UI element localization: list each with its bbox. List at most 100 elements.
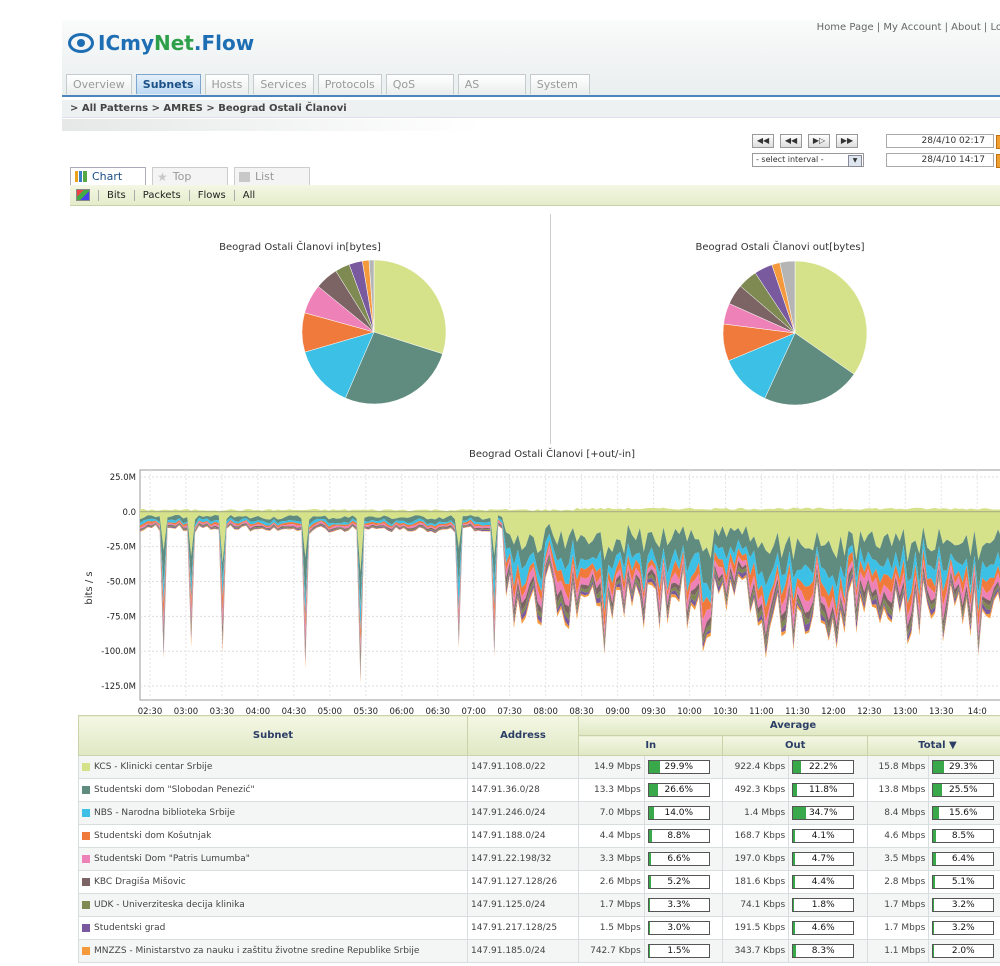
logo-icon bbox=[68, 33, 94, 53]
timeseries-chart: Beograd Ostali Članovi [+out/-in] bits /… bbox=[84, 447, 1000, 717]
y-axis-label: bits / s bbox=[84, 571, 95, 604]
address-cell: 147.91.22.198/32 bbox=[467, 847, 579, 871]
previous-period-button[interactable]: ◀◀ bbox=[780, 134, 802, 148]
calendar-icon[interactable] bbox=[996, 154, 1000, 168]
tab-system[interactable]: System bbox=[529, 74, 590, 94]
series-color-swatch bbox=[82, 900, 90, 909]
subnet-cell[interactable]: KBC Dragiša Mišovic bbox=[78, 870, 468, 894]
tab-overview[interactable]: Overview bbox=[66, 74, 132, 94]
out-percent-cell: 1.8% bbox=[788, 893, 868, 917]
app-logo[interactable]: ICmy Net .Flow bbox=[68, 30, 254, 56]
subnet-cell[interactable]: KCS - Klinicki centar Srbije bbox=[78, 755, 468, 779]
table-row[interactable]: Studentski dom Košutnjak 147.91.188.0/24 4… bbox=[78, 824, 1000, 848]
tab-services[interactable]: Services bbox=[253, 74, 314, 94]
percent-bar: 8.5% bbox=[932, 829, 995, 843]
first-period-button[interactable]: ◀◀ bbox=[752, 134, 774, 148]
percent-value: 34.7% bbox=[808, 808, 838, 818]
in-rate: 2.6 Mbps bbox=[578, 870, 645, 894]
percent-value: 1.8% bbox=[811, 900, 835, 910]
tab-subnets[interactable]: Subnets bbox=[135, 74, 201, 94]
chart-settings-icon[interactable] bbox=[76, 189, 90, 201]
home-page-link[interactable]: Home Page bbox=[817, 22, 874, 33]
table-row[interactable]: Studentski grad 147.91.217.128/25 1.5 Mbps… bbox=[78, 916, 1000, 940]
percent-value: 22.2% bbox=[808, 762, 838, 772]
calendar-icon[interactable] bbox=[996, 135, 1000, 149]
subnet-cell[interactable]: NBS - Narodna biblioteka Srbije bbox=[78, 801, 468, 825]
logout-link[interactable]: Lo bbox=[990, 22, 1000, 33]
in-rate: 7.0 Mbps bbox=[578, 801, 645, 825]
interval-select[interactable]: - select interval - ▼ bbox=[752, 153, 864, 167]
series-color-swatch bbox=[82, 831, 90, 840]
percent-bar: 22.2% bbox=[792, 760, 855, 774]
in-rate: 742.7 Kbps bbox=[578, 939, 645, 963]
tab-qos[interactable]: QoS bbox=[385, 74, 454, 94]
pie-svg bbox=[301, 259, 868, 406]
total-percent-cell: 25.5% bbox=[928, 778, 1000, 802]
total-rate: 8.4 Mbps bbox=[866, 801, 930, 825]
header-address[interactable]: Address bbox=[467, 715, 579, 756]
total-percent-cell: 8.5% bbox=[928, 824, 1000, 848]
tab-list[interactable]: List bbox=[234, 167, 310, 185]
in-percent-cell: 3.3% bbox=[643, 893, 724, 917]
last-period-button[interactable]: ▶▶ bbox=[836, 134, 858, 148]
total-percent-cell: 3.2% bbox=[928, 893, 1000, 917]
percent-bar: 1.8% bbox=[792, 898, 855, 912]
bits-button[interactable]: Bits bbox=[98, 189, 134, 201]
percent-bar: 4.6% bbox=[792, 921, 855, 935]
in-percent-cell: 8.8% bbox=[643, 824, 724, 848]
table-row[interactable]: Studentski Dom "Patris Lumumba" 147.91.22… bbox=[78, 847, 1000, 871]
about-link[interactable]: About bbox=[951, 22, 981, 33]
next-period-button[interactable]: ▶▷ bbox=[808, 134, 830, 148]
subnet-name: Studentski Dom "Patris Lumumba" bbox=[94, 854, 250, 864]
header-in[interactable]: In bbox=[577, 735, 724, 756]
out-rate: 922.4 Kbps bbox=[722, 755, 790, 779]
table-row[interactable]: KBC Dragiša Mišovic 147.91.127.128/26 2.6 … bbox=[78, 870, 1000, 894]
pie-out-chart bbox=[722, 260, 868, 406]
address-cell: 147.91.127.128/26 bbox=[467, 870, 579, 894]
subnet-name: KBC Dragiša Mišovic bbox=[94, 877, 186, 887]
total-percent-cell: 3.2% bbox=[928, 916, 1000, 940]
in-percent-cell: 5.2% bbox=[643, 870, 724, 894]
total-rate: 1.7 Mbps bbox=[866, 893, 930, 917]
subnet-cell[interactable]: Studentski grad bbox=[78, 916, 468, 940]
table-row[interactable]: NBS - Narodna biblioteka Srbije 147.91.24… bbox=[78, 801, 1000, 825]
total-rate: 1.7 Mbps bbox=[866, 916, 930, 940]
table-row[interactable]: MNZZS - Ministarstvo za nauku i zaštitu … bbox=[78, 939, 1000, 963]
out-percent-cell: 22.2% bbox=[788, 755, 868, 779]
table-row[interactable]: UDK - Univerziteska decija klinika 147.91… bbox=[78, 893, 1000, 917]
tab-chart[interactable]: Chart bbox=[70, 167, 146, 185]
pie-charts: Beograd Ostali Članovi in[bytes] Beograd… bbox=[70, 206, 1000, 466]
flows-button[interactable]: Flows bbox=[188, 189, 234, 201]
subnet-cell[interactable]: Studentski Dom "Patris Lumumba" bbox=[78, 847, 468, 871]
date-from-field[interactable]: 28/4/10 02:17 bbox=[886, 134, 994, 148]
subnet-cell[interactable]: Studentski dom "Slobodan Penezić" bbox=[78, 778, 468, 802]
in-rate: 3.3 Mbps bbox=[578, 847, 645, 871]
chevron-down-icon[interactable]: ▼ bbox=[848, 155, 862, 167]
subnet-cell[interactable]: MNZZS - Ministarstvo za nauku i zaštitu … bbox=[78, 939, 468, 963]
header-out[interactable]: Out bbox=[722, 735, 868, 756]
table-row[interactable]: KCS - Klinicki centar Srbije 147.91.108.0… bbox=[78, 755, 1000, 779]
subnet-name: Studentski dom "Slobodan Penezić" bbox=[94, 785, 255, 795]
tab-protocols[interactable]: Protocols bbox=[317, 74, 382, 94]
tab-top[interactable]: ★ Top bbox=[152, 167, 228, 185]
my-account-link[interactable]: My Account bbox=[883, 22, 941, 33]
header-total[interactable]: Total ▼ bbox=[866, 735, 1000, 756]
packets-button[interactable]: Packets bbox=[133, 189, 189, 201]
out-rate: 74.1 Kbps bbox=[722, 893, 790, 917]
date-to-field[interactable]: 28/4/10 14:17 bbox=[886, 153, 994, 167]
tab-hosts[interactable]: Hosts bbox=[204, 74, 250, 94]
series-color-swatch bbox=[82, 946, 90, 955]
header-subnet[interactable]: Subnet bbox=[78, 715, 468, 756]
total-rate: 15.8 Mbps bbox=[866, 755, 930, 779]
subnet-name: Studentski grad bbox=[94, 923, 166, 933]
total-percent-cell: 15.6% bbox=[928, 801, 1000, 825]
top-links: Home Page | My Account | About | Lo bbox=[816, 22, 1000, 33]
total-rate: 1.1 Mbps bbox=[866, 939, 930, 963]
subnet-name: MNZZS - Ministarstvo za nauku i zaštitu … bbox=[94, 946, 420, 956]
all-button[interactable]: All bbox=[233, 189, 263, 201]
subnet-cell[interactable]: UDK - Univerziteska decija klinika bbox=[78, 893, 468, 917]
tab-as[interactable]: AS bbox=[457, 74, 526, 94]
subnet-cell[interactable]: Studentski dom Košutnjak bbox=[78, 824, 468, 848]
table-row[interactable]: Studentski dom "Slobodan Penezić" 147.91.… bbox=[78, 778, 1000, 802]
breadcrumb[interactable]: > All Patterns > AMRES > Beograd Ostali … bbox=[62, 100, 1000, 118]
